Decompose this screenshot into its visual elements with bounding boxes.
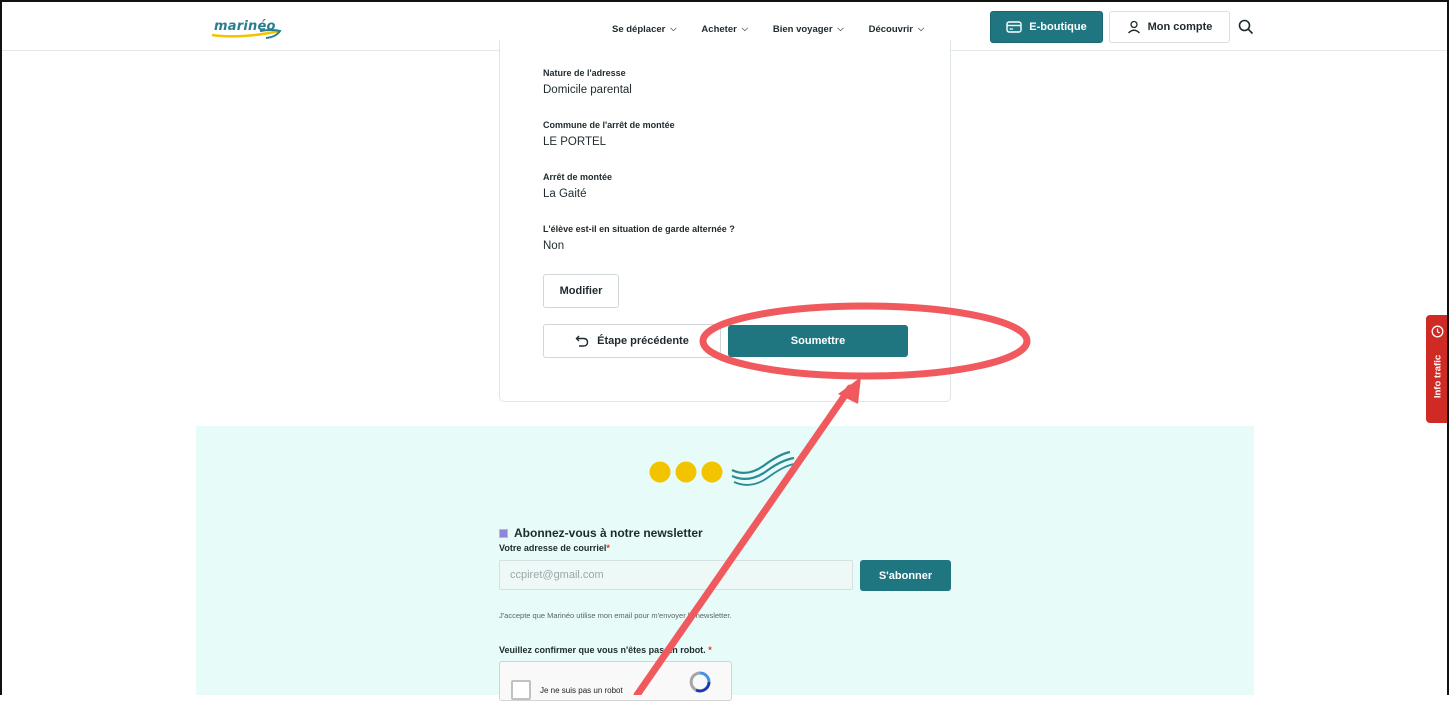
field-alternate-custody: L'élève est-il en situation de garde alt…: [543, 224, 735, 252]
submit-button[interactable]: Soumettre: [728, 325, 908, 357]
account-label: Mon compte: [1147, 21, 1213, 33]
marineo-logo[interactable]: marinéo: [211, 14, 282, 39]
bullet-icon: [499, 528, 508, 538]
chevron-down-icon: ⌵: [837, 24, 844, 33]
field-boarding-stop: Arrêt de montée La Gaité: [543, 172, 612, 200]
field-value: Non: [543, 240, 565, 252]
undo-arrow-icon: [575, 335, 589, 347]
nav-label: Découvrir: [868, 23, 913, 35]
nav-label: Se déplacer: [612, 23, 666, 35]
required-mark: *: [708, 645, 712, 655]
nav-acheter[interactable]: Acheter ⌵: [701, 24, 747, 35]
newsletter-footer: Abonnez-vous à notre newsletter Votre ad…: [196, 426, 1254, 701]
eshop-label: E-boutique: [1029, 21, 1087, 33]
field-label: Arrêt de montée: [543, 172, 613, 182]
subscribe-label: S'abonner: [878, 569, 933, 582]
chevron-down-icon: ⌵: [670, 24, 677, 33]
field-boarding-town: Commune de l'arrêt de montée LE PORTEL: [543, 120, 675, 148]
field-value: LE PORTEL: [543, 136, 607, 148]
info-trafic-tab[interactable]: Info trafic: [1426, 315, 1449, 423]
card-icon: [1006, 21, 1022, 33]
field-value: Domicile parental: [543, 84, 632, 96]
newsletter-title: Abonnez-vous à notre newsletter: [499, 526, 703, 540]
nav-bien-voyager[interactable]: Bien voyager ⌵: [773, 24, 844, 35]
required-mark: *: [606, 543, 610, 553]
email-label-text: Votre adresse de courriel: [499, 543, 607, 553]
previous-step-label: Étape précédente: [597, 335, 689, 347]
summary-card: Nature de l'adresse Domicile parental Co…: [499, 40, 951, 402]
field-label: Commune de l'arrêt de montée: [543, 120, 675, 130]
newsletter-title-text: Abonnez-vous à notre newsletter: [514, 526, 703, 540]
user-icon: [1127, 20, 1140, 34]
previous-step-button[interactable]: Étape précédente: [543, 324, 721, 358]
logo-swoosh-icon: [211, 29, 282, 39]
consent-text: J'accepte que Marinéo utilise mon email …: [499, 611, 732, 620]
modify-label: Modifier: [559, 285, 603, 297]
field-label: Nature de l'adresse: [543, 68, 626, 78]
recaptcha-icon: [689, 671, 711, 693]
field-label: L'élève est-il en situation de garde alt…: [543, 224, 735, 234]
recaptcha-label: Je ne suis pas un robot: [540, 686, 623, 695]
field-address-type: Nature de l'adresse Domicile parental: [543, 68, 632, 96]
subscribe-button[interactable]: S'abonner: [860, 560, 951, 591]
nav-label: Acheter: [701, 23, 737, 35]
chevron-down-icon: ⌵: [741, 24, 748, 33]
recaptcha-widget: Je ne suis pas un robot: [499, 661, 732, 701]
robot-question-text: Veuillez confirmer que vous n'êtes pas u…: [499, 645, 706, 655]
brand-dots-wave-icon: [649, 450, 795, 486]
robot-question: Veuillez confirmer que vous n'êtes pas u…: [499, 645, 712, 655]
nav-decouvrir[interactable]: Découvrir ⌵: [869, 24, 924, 35]
submit-label: Soumettre: [790, 335, 846, 347]
modify-button[interactable]: Modifier: [543, 274, 619, 308]
email-input[interactable]: [499, 560, 853, 590]
nav-label: Bien voyager: [772, 23, 833, 35]
eshop-button[interactable]: E-boutique: [990, 11, 1103, 43]
email-label: Votre adresse de courriel*: [499, 543, 610, 553]
field-value: La Gaité: [543, 188, 587, 200]
search-icon[interactable]: [1238, 19, 1254, 35]
info-trafic-label: Info trafic: [1432, 354, 1444, 399]
nav-se-deplacer[interactable]: Se déplacer ⌵: [612, 24, 676, 35]
chevron-down-icon: ⌵: [917, 24, 925, 33]
account-button[interactable]: Mon compte: [1109, 11, 1230, 43]
recaptcha-checkbox[interactable]: [511, 680, 531, 700]
